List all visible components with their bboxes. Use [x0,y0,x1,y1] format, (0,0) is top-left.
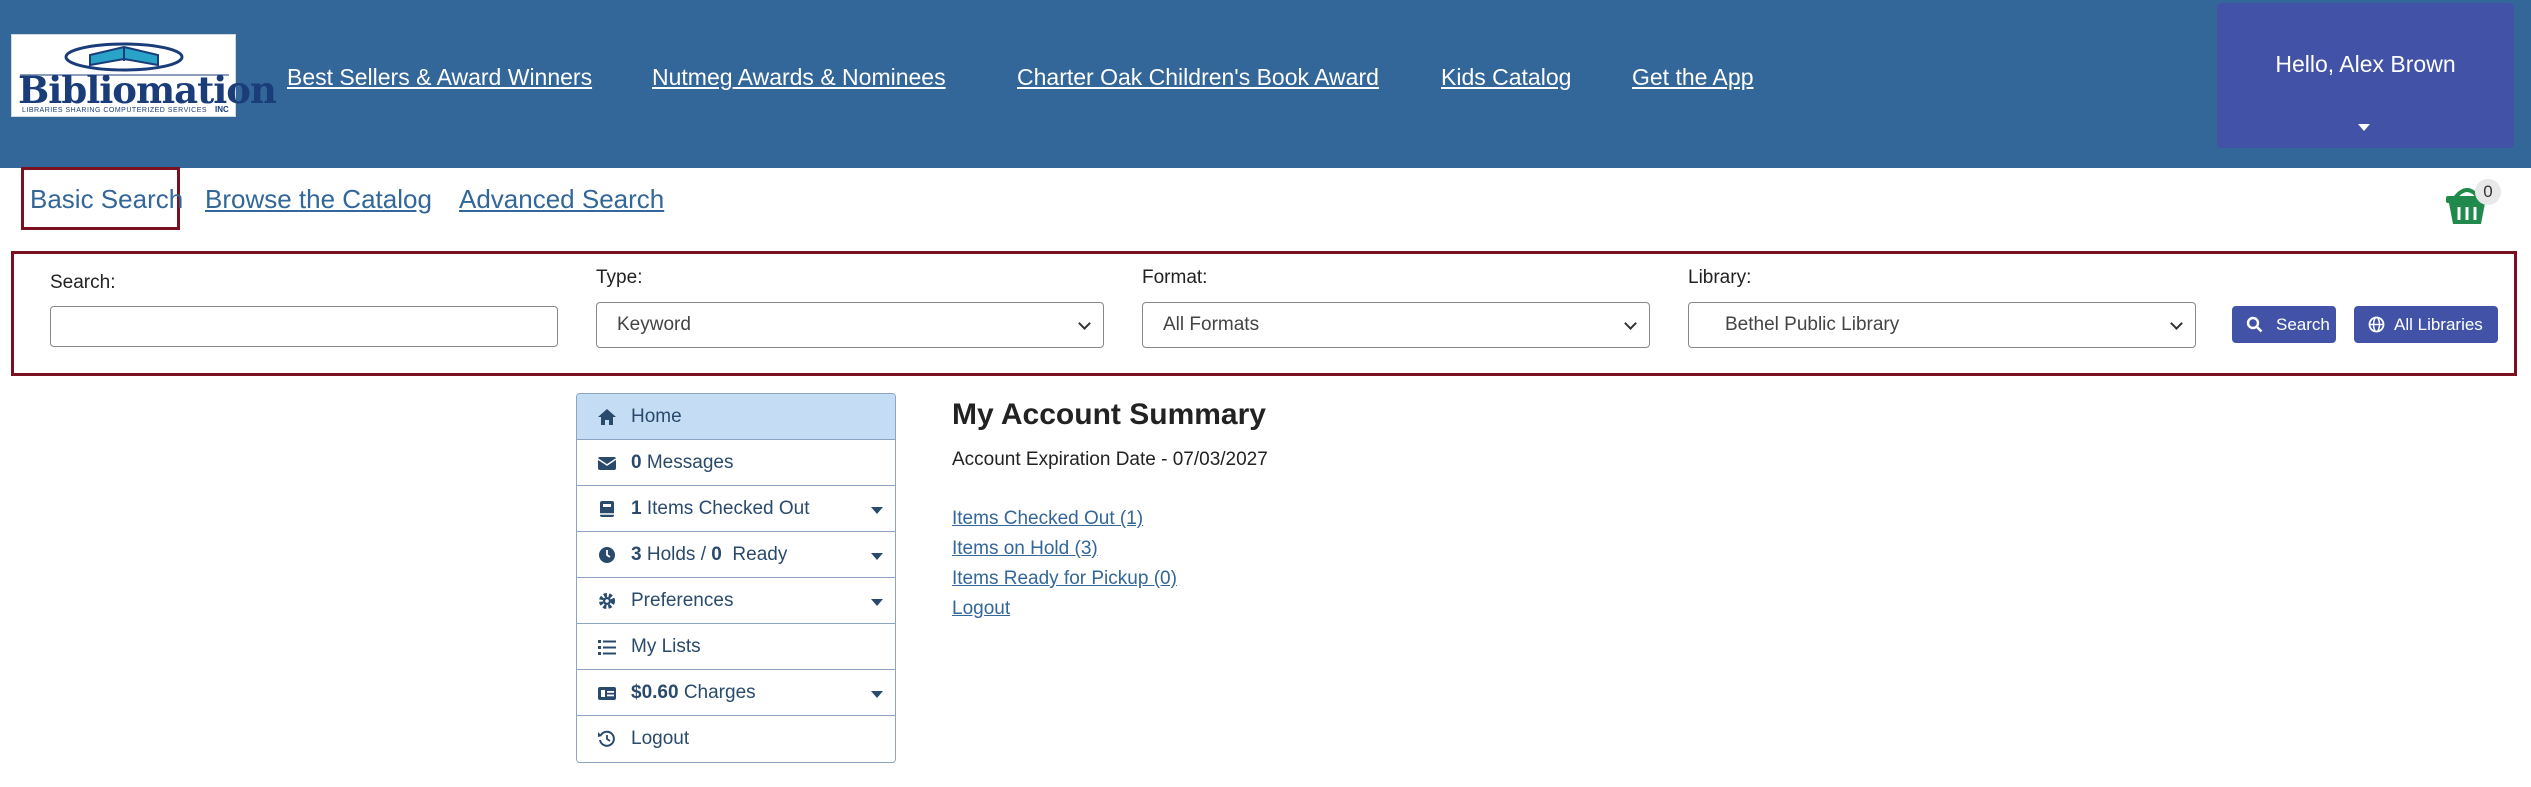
chevron-down-icon [2170,317,2183,330]
type-select-value: Keyword [617,314,691,335]
user-menu-button[interactable]: Hello, Alex Brown [2217,3,2514,148]
tab-browse-catalog[interactable]: Browse the Catalog [205,184,432,215]
search-button[interactable]: Search [2232,306,2336,343]
history-icon [598,730,615,747]
search-icon [2246,316,2263,333]
all-libraries-label: All Libraries [2394,315,2483,334]
search-input[interactable] [50,306,558,347]
page-title: My Account Summary [952,398,1266,431]
chevron-down-icon [1624,317,1637,330]
logo-name: Bibliomation [18,68,277,112]
book-icon [600,501,614,517]
library-select[interactable]: Bethel Public Library [1688,302,2196,348]
bibliomation-logo[interactable]: Bibliomation LIBRARIES SHARING COMPUTERI… [11,34,277,117]
header-bar: Bibliomation LIBRARIES SHARING COMPUTERI… [0,0,2531,168]
sidebar-item-label: My Lists [631,636,701,657]
nav-get-the-app[interactable]: Get the App [1632,64,1753,91]
format-select[interactable]: All Formats [1142,302,1650,348]
basket-count-badge: 0 [2475,179,2501,205]
sidebar-item-charges[interactable]: $0.60 Charges [577,670,895,716]
list-icon [598,640,616,655]
account-expiration: Account Expiration Date - 07/03/2027 [952,449,1268,470]
tab-advanced-search[interactable]: Advanced Search [459,184,664,215]
link-items-checked-out[interactable]: Items Checked Out (1) [952,508,1143,530]
link-items-ready-pickup[interactable]: Items Ready for Pickup (0) [952,568,1177,590]
sidebar-item-holds[interactable]: 3 Holds / 0 Ready [577,532,895,578]
gear-icon [599,593,615,609]
search-button-label: Search [2276,315,2330,334]
sidebar-item-checked-out[interactable]: 1 Items Checked Out [577,486,895,532]
type-select[interactable]: Keyword [596,302,1104,348]
nav-charter-oak[interactable]: Charter Oak Children's Book Award [1017,64,1379,91]
nav-kids-catalog[interactable]: Kids Catalog [1441,64,1571,91]
user-greeting: Hello, Alex Brown [2275,51,2456,77]
sidebar-item-label: Logout [631,728,690,749]
all-libraries-button[interactable]: All Libraries [2354,306,2498,343]
money-icon [598,687,616,700]
format-label: Format: [1142,267,1208,288]
nav-nutmeg-awards[interactable]: Nutmeg Awards & Nominees [652,64,946,91]
type-label: Type: [596,267,643,288]
sidebar-item-my-lists[interactable]: My Lists [577,624,895,670]
caret-down-icon [871,691,883,698]
sidebar-item-messages[interactable]: 0 Messages [577,440,895,486]
account-sidebar: Home 0 Messages 1 Items Checked Out 3 Ho… [576,393,896,763]
sidebar-item-label: 3 Holds / 0 Ready [631,544,788,565]
link-logout[interactable]: Logout [952,598,1010,620]
library-label: Library: [1688,267,1752,288]
format-select-value: All Formats [1163,314,1260,335]
nav-best-sellers[interactable]: Best Sellers & Award Winners [287,64,592,91]
sidebar-item-logout[interactable]: Logout [577,716,895,762]
search-form: Search: Type: Keyword Format: All Format… [11,251,2517,376]
sidebar-item-label: Preferences [631,590,734,611]
caret-down-icon [871,553,883,560]
sidebar-item-preferences[interactable]: Preferences [577,578,895,624]
sidebar-item-label: 1 Items Checked Out [631,498,810,519]
clock-icon [599,547,615,563]
caret-down-icon [871,599,883,606]
library-select-value: Bethel Public Library [1725,314,1900,335]
caret-down-icon [871,507,883,514]
chevron-down-icon [1078,317,1091,330]
envelope-icon [597,457,617,470]
logo-tagline: LIBRARIES SHARING COMPUTERIZED SERVICES [22,107,208,114]
sidebar-item-label: 0 Messages [631,452,734,473]
sidebar-item-label: $0.60 Charges [631,682,756,703]
link-items-on-hold[interactable]: Items on Hold (3) [952,538,1098,560]
sidebar-item-label: Home [631,406,682,427]
search-label: Search: [50,272,116,293]
sidebar-item-home[interactable]: Home [577,394,895,440]
caret-down-icon [2358,124,2370,131]
logo-suffix: INC [215,105,229,114]
globe-icon [2368,316,2385,333]
tab-basic-search[interactable]: Basic Search [30,184,183,215]
home-icon [598,409,616,425]
